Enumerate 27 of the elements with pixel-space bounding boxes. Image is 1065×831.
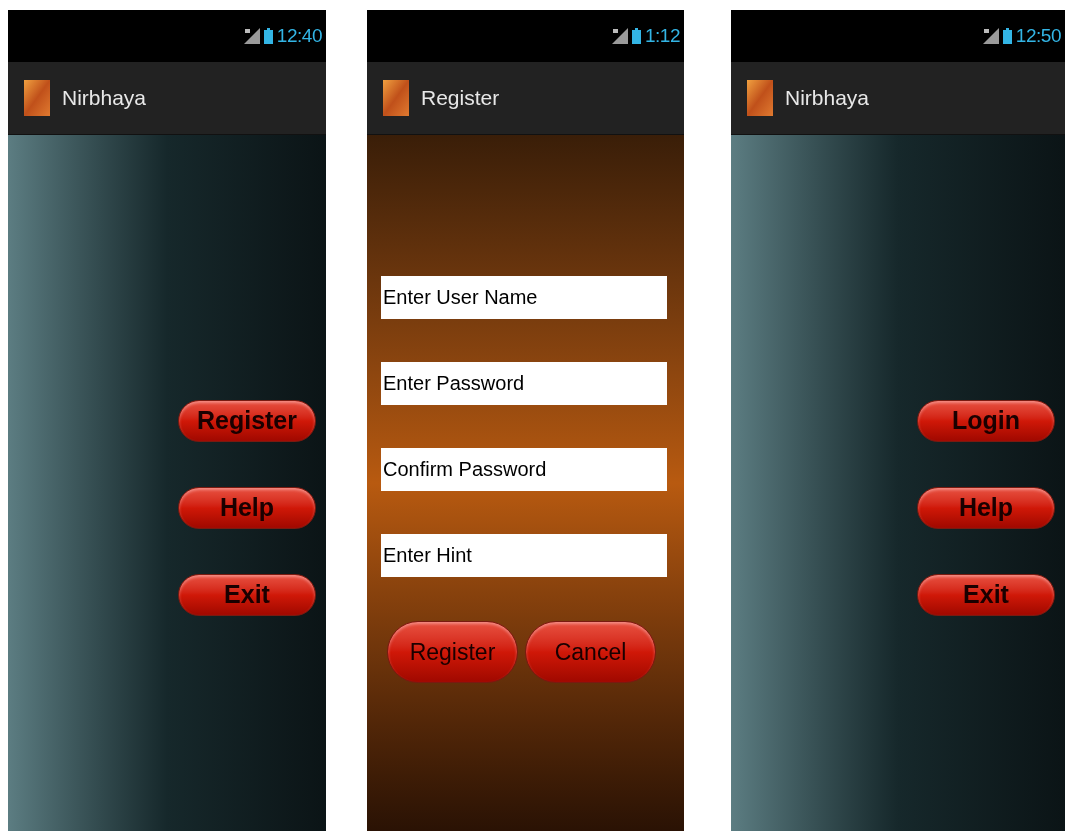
menu-button[interactable]: Exit (178, 574, 316, 616)
text-field[interactable]: Confirm Password (381, 448, 667, 491)
status-time: 1:12 (644, 23, 680, 48)
battery-icon (1002, 28, 1012, 44)
screen-title: Register (421, 85, 500, 112)
app-icon (24, 80, 50, 116)
menu-button[interactable]: Help (917, 487, 1055, 529)
screen-title: Nirbhaya (785, 85, 870, 112)
menu-button[interactable]: Exit (917, 574, 1055, 616)
text-field[interactable]: Enter Password (381, 362, 667, 405)
status-time: 12:50 (1015, 23, 1061, 48)
battery-icon (631, 28, 641, 44)
menu-button[interactable]: Login (917, 400, 1055, 442)
text-field[interactable]: Enter Hint (381, 534, 667, 577)
screen-title: Nirbhaya (62, 85, 147, 112)
menu-button[interactable]: Register (178, 400, 316, 442)
signal-icon (611, 28, 628, 44)
form-button[interactable]: Cancel (525, 621, 656, 683)
app-icon (747, 80, 773, 116)
menu-button[interactable]: Help (178, 487, 316, 529)
status-time: 12:40 (276, 23, 322, 48)
signal-icon (243, 28, 260, 44)
battery-icon (263, 28, 273, 44)
form-button[interactable]: Register (387, 621, 518, 683)
app-icon (383, 80, 409, 116)
text-field[interactable]: Enter User Name (381, 276, 667, 319)
signal-icon (982, 28, 999, 44)
